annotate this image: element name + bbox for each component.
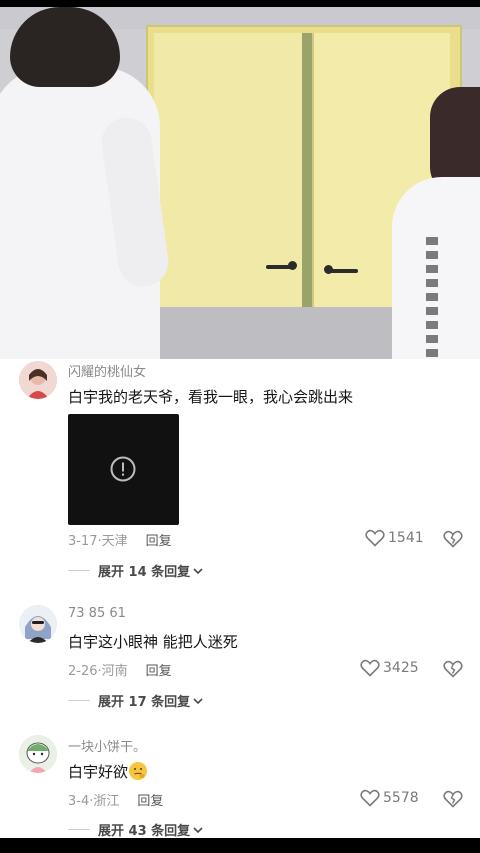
heart-outline-icon (360, 659, 380, 677)
comment-meta: 3-17·天津 回复 (68, 534, 172, 549)
username[interactable]: 73 85 61 (68, 606, 126, 621)
comment-date: 2-26 (68, 664, 98, 679)
comment-media[interactable] (68, 414, 179, 525)
reply-button[interactable]: 回复 (137, 794, 163, 809)
expand-replies[interactable]: 展开 17 条回复 (68, 691, 204, 710)
like-count: 1541 (388, 530, 424, 546)
comment-meta: 2-26·河南 回复 (68, 664, 172, 679)
comment-location: 河南 (101, 664, 128, 679)
chevron-down-icon (193, 697, 203, 704)
username[interactable]: 闪耀的桃仙女 (68, 361, 146, 380)
broken-heart-icon[interactable] (443, 660, 463, 678)
heart-outline-icon (360, 789, 380, 807)
avatar[interactable] (19, 605, 57, 643)
like-count: 5578 (383, 790, 419, 806)
broken-heart-icon[interactable] (443, 790, 463, 808)
expand-label: 展开 43 条回复 (98, 824, 191, 839)
expand-replies[interactable]: 展开 43 条回复 (68, 820, 204, 839)
comment-text: 白宇好欲 (68, 761, 148, 782)
heart-outline-icon (365, 529, 385, 547)
alert-circle-icon (110, 456, 136, 482)
thinking-emoji-icon (129, 762, 148, 780)
avatar[interactable] (19, 361, 57, 399)
comment-location: 浙江 (93, 794, 120, 809)
like-button[interactable]: 5578 (360, 789, 419, 807)
chevron-down-icon (193, 826, 203, 833)
like-button[interactable]: 3425 (360, 659, 419, 677)
expand-replies[interactable]: 展开 14 条回复 (68, 561, 204, 580)
avatar[interactable] (19, 735, 57, 773)
status-bar (0, 0, 480, 7)
expand-label: 展开 17 条回复 (98, 695, 191, 710)
comment-date: 3-4 (68, 794, 90, 809)
like-count: 3425 (383, 660, 419, 676)
like-button[interactable]: 1541 (365, 529, 424, 547)
comment-text: 白宇我的老天爷，看我一眼，我心会跳出来 (68, 388, 354, 406)
broken-heart-icon[interactable] (443, 530, 463, 548)
username[interactable]: 一块小饼干。 (68, 736, 146, 755)
reply-button[interactable]: 回复 (146, 534, 172, 549)
video-player[interactable] (0, 7, 480, 359)
comment-meta: 3-4·浙江 回复 (68, 794, 164, 809)
expand-label: 展开 14 条回复 (98, 565, 191, 580)
comment-date: 3-17 (68, 534, 98, 549)
comment-location: 天津 (101, 534, 128, 549)
reply-button[interactable]: 回复 (146, 664, 172, 679)
navigation-bar (0, 838, 480, 853)
chevron-down-icon (193, 567, 203, 574)
comment-text: 白宇这小眼神 能把人迷死 (68, 633, 238, 651)
